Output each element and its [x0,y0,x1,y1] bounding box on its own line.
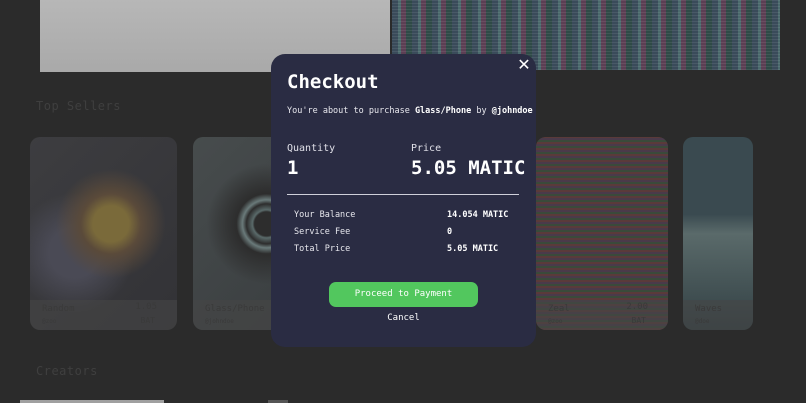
close-icon: ✕ [517,55,531,74]
quantity-label: Quantity [287,143,336,154]
balance-value: 14.054 MATIC [447,210,509,220]
cancel-button[interactable]: Cancel [271,313,536,323]
price-label: Price [411,143,442,154]
total-price-label: Total Price [294,244,351,254]
close-button[interactable]: ✕ [516,57,532,73]
checkout-modal: ✕ Checkout You're about to purchase Glas… [271,54,536,347]
service-fee-label: Service Fee [294,227,351,237]
proceed-to-payment-button[interactable]: Proceed to Payment [329,282,478,307]
quantity-value: 1 [287,157,299,179]
service-fee-value: 0 [447,227,453,237]
total-price-value: 5.05 MATIC [447,244,499,254]
creator-handle: @johndoe [491,106,533,116]
modal-title: Checkout [287,71,379,93]
purchase-description: You're about to purchase Glass/Phone by … [287,106,533,116]
divider [287,194,519,195]
price-value: 5.05 MATIC [411,157,526,179]
balance-label: Your Balance [294,210,356,220]
purchase-prefix: You're about to purchase [287,106,415,116]
item-name: Glass/Phone [414,106,472,116]
purchase-by: by [471,106,492,116]
